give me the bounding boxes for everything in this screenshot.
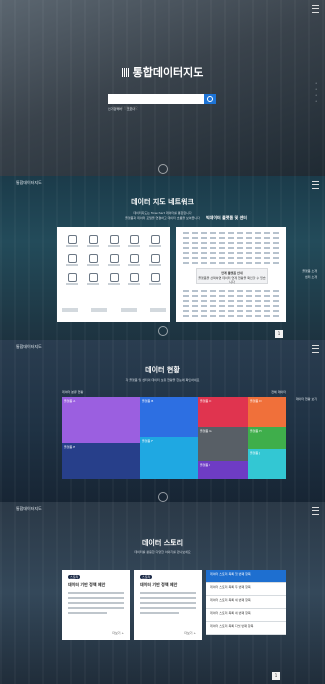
side-nav: • • • • [315,81,317,103]
search-box [108,94,216,113]
story-list-item[interactable]: 데이터 스토리 목록 세 번째 항목 [206,596,286,609]
data-treemap: 플랫폼 A 플랫폼 B 플랫폼 C 플랫폼 D 플랫폼 E 플랫폼 F 플랫폼 … [62,397,286,479]
category-icon[interactable] [145,234,166,250]
category-icon[interactable] [124,253,145,269]
story-list: 데이터 스토리 목록 첫 번째 항목 데이터 스토리 목록 두 번째 항목 데이… [206,570,286,635]
category-icon[interactable] [104,253,125,269]
hero-title: 통합데이터지도 [0,64,325,80]
site-logo[interactable]: 통합데이터지도 [16,180,42,186]
section-description: 각 플랫폼 및 센터의 데이터 보유 현황을 한눈에 확인하세요 [125,378,200,382]
category-icon[interactable] [83,272,104,288]
section-title: 데이터 스토리 [141,539,184,547]
treemap-tile[interactable]: 플랫폼 B [140,397,198,437]
story-more-link[interactable]: 더보기 + [112,631,124,635]
category-icon[interactable] [83,253,104,269]
keyword-item[interactable]: 코로나 [127,107,135,111]
treemap-header: 데이터 분류 현황 전체 데이터 [62,390,286,394]
keyword-list: 인기검색어 코로나 [108,107,139,111]
side-nav: 데이터 현황 보기 [295,397,317,401]
section-title: 데이터 현황 [145,366,180,374]
section-description: 데이터지도는 flowchart 데이터를 통합합니다 플랫폼과 데이터 포털을… [125,211,200,220]
story-more-link[interactable]: 더보기 + [184,631,196,635]
treemap-tile[interactable]: 플랫폼 J [248,449,286,479]
search-button[interactable] [204,94,216,104]
category-icon[interactable] [145,272,166,288]
category-icon[interactable] [124,234,145,250]
scroll-down-icon[interactable] [157,164,168,174]
partner-logo[interactable] [149,308,166,312]
scroll-down-icon[interactable] [157,326,168,336]
section-description: 데이터를 활용한 다양한 이야기를 만나보세요 [134,550,191,554]
page-indicator[interactable]: 1 [272,672,280,680]
category-icon[interactable] [83,234,104,250]
treemap-tile[interactable]: 플랫폼 D [248,397,286,427]
keyword-label: 인기검색어 [108,107,122,111]
site-logo[interactable]: 통합데이터지도 [16,344,42,350]
menu-icon[interactable] [312,5,319,13]
category-icon[interactable] [62,272,83,288]
category-icon[interactable] [62,234,83,250]
story-list-item[interactable]: 데이터 스토리 목록 두 번째 항목 [206,583,286,596]
story-headline: 데이터 기반 정책 제안 [140,582,178,587]
story-tag: 스토리 [68,575,81,579]
partner-logos [62,303,166,317]
page-indicator[interactable]: 1 [275,330,283,338]
story-tag: 스토리 [140,575,153,579]
story-card[interactable]: 스토리 데이터 기반 정책 제안 더보기 + [62,570,130,640]
platform-map-grid-lower [183,290,279,320]
menu-icon[interactable] [312,507,319,515]
partner-logo[interactable] [91,308,108,312]
treemap-tile[interactable]: 플랫폼 C [198,397,248,427]
category-icon[interactable] [104,272,125,288]
site-logo[interactable]: 통합데이터지도 [16,506,42,512]
story-list-item[interactable]: 데이터 스토리 목록 네 번째 항목 [206,609,286,622]
category-icon[interactable] [145,253,166,269]
map-caption: 빅데이터 플랫폼 및 센터 [206,215,247,220]
category-icon[interactable] [124,272,145,288]
treemap-tile[interactable]: 플랫폼 G [198,427,248,461]
treemap-tile[interactable]: 플랫폼 E [62,443,140,479]
category-icon-grid [62,234,166,288]
logo-icon [121,68,130,77]
story-list-item[interactable]: 데이터 스토리 목록 첫 번째 항목 [206,570,286,583]
scroll-down-icon[interactable] [157,492,168,502]
treemap-tile[interactable]: 플랫폼 H [248,427,286,449]
menu-icon[interactable] [312,345,319,353]
category-icon[interactable] [104,234,125,250]
platform-map-grid [183,232,279,267]
treemap-tile[interactable]: 플랫폼 A [62,397,140,443]
side-nav: 플랫폼 소개 센터 소개 [302,269,317,279]
story-card[interactable]: 스토리 데이터 기반 정책 제안 더보기 + [134,570,202,640]
section-title: 데이터 지도 네트워크 [131,198,194,206]
story-headline: 데이터 기반 정책 제안 [68,582,106,587]
treemap-tile[interactable]: 플랫폼 F [140,437,198,479]
menu-icon[interactable] [312,181,319,189]
treemap-tile[interactable]: 플랫폼 I [198,461,248,479]
map-notice: 연계 플랫폼 안내 플랫폼을 선택하면 데이터 연계 현황을 확인할 수 있습니… [196,268,268,284]
partner-logo[interactable] [120,308,137,312]
story-list-item[interactable]: 데이터 스토리 목록 다섯 번째 항목 [206,622,286,635]
hero-section: 통합데이터지도 인기검색어 코로나 • • • • [0,0,325,176]
partner-logo[interactable] [62,308,78,312]
category-icon[interactable] [62,253,83,269]
